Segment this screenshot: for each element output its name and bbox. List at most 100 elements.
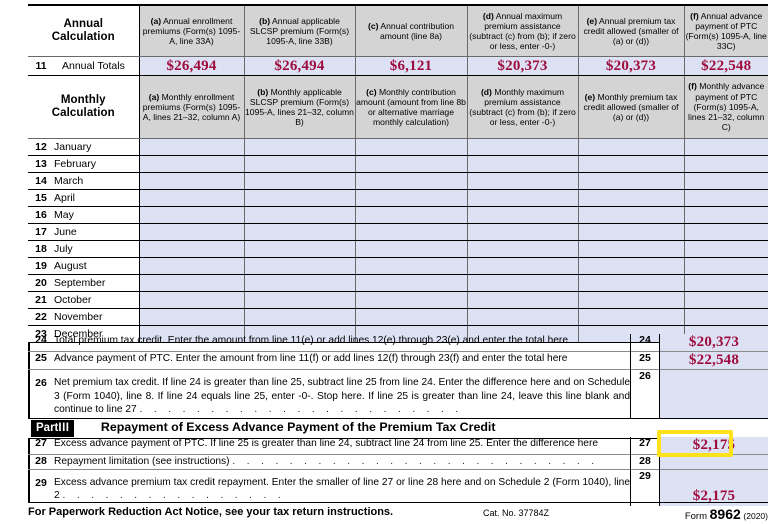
monthly-value-15-e[interactable]	[578, 190, 684, 207]
monthly-value-12-a[interactable]	[139, 139, 244, 156]
line-25-value[interactable]: $22,548	[660, 352, 768, 370]
line-28-number: 28	[28, 455, 54, 470]
monthly-value-14-f[interactable]	[684, 173, 768, 190]
line-28-box-number: 28	[631, 455, 660, 470]
monthly-value-13-b[interactable]	[244, 156, 355, 173]
month-line-number: 13	[28, 156, 54, 173]
monthly-value-19-a[interactable]	[139, 258, 244, 275]
monthly-value-13-e[interactable]	[578, 156, 684, 173]
monthly-value-15-d[interactable]	[467, 190, 578, 207]
monthly-value-15-c[interactable]	[355, 190, 467, 207]
monthly-value-16-c[interactable]	[355, 207, 467, 224]
monthly-label-line1: Monthly	[61, 94, 106, 106]
monthly-value-20-a[interactable]	[139, 275, 244, 292]
monthly-value-21-c[interactable]	[355, 292, 467, 309]
monthly-label-line2: Calculation	[52, 107, 115, 119]
col-key: (e)	[587, 16, 598, 26]
col-key: (c)	[366, 87, 377, 97]
monthly-value-19-b[interactable]	[244, 258, 355, 275]
monthly-value-22-c[interactable]	[355, 309, 467, 326]
monthly-value-15-f[interactable]	[684, 190, 768, 207]
monthly-value-15-a[interactable]	[139, 190, 244, 207]
annual-col-header-d: (d) Annual maximum premium assistance (s…	[467, 5, 578, 57]
col-header-text: Monthly premium tax credit allowed (smal…	[583, 92, 678, 122]
monthly-value-12-d[interactable]	[467, 139, 578, 156]
monthly-value-12-f[interactable]	[684, 139, 768, 156]
monthly-value-12-e[interactable]	[578, 139, 684, 156]
monthly-col-header-e: (e) Monthly premium tax credit allowed (…	[578, 76, 684, 139]
monthly-value-13-a[interactable]	[139, 156, 244, 173]
annual-total-value-b[interactable]: $26,494	[244, 57, 355, 76]
line-27-value[interactable]: $2,175	[660, 437, 768, 455]
monthly-value-12-c[interactable]	[355, 139, 467, 156]
col-header-text: Annual contribution amount (line 8a)	[380, 21, 454, 41]
monthly-value-20-c[interactable]	[355, 275, 467, 292]
monthly-value-16-d[interactable]	[467, 207, 578, 224]
monthly-value-16-b[interactable]	[244, 207, 355, 224]
monthly-value-21-f[interactable]	[684, 292, 768, 309]
monthly-value-16-e[interactable]	[578, 207, 684, 224]
annual-total-value-c[interactable]: $6,121	[355, 57, 467, 76]
monthly-value-19-c[interactable]	[355, 258, 467, 275]
monthly-value-20-b[interactable]	[244, 275, 355, 292]
monthly-value-13-c[interactable]	[355, 156, 467, 173]
line-27-row: 27 Excess advance payment of PTC. If lin…	[28, 437, 768, 455]
monthly-value-21-d[interactable]	[467, 292, 578, 309]
annual-total-value-f[interactable]: $22,548	[684, 57, 768, 76]
monthly-value-21-a[interactable]	[139, 292, 244, 309]
monthly-value-17-a[interactable]	[139, 224, 244, 241]
monthly-value-17-c[interactable]	[355, 224, 467, 241]
monthly-value-18-c[interactable]	[355, 241, 467, 258]
monthly-value-18-b[interactable]	[244, 241, 355, 258]
monthly-value-14-a[interactable]	[139, 173, 244, 190]
monthly-value-12-b[interactable]	[244, 139, 355, 156]
monthly-value-22-b[interactable]	[244, 309, 355, 326]
line-26-box-number: 26	[631, 370, 660, 421]
annual-total-value-a[interactable]: $26,494	[139, 57, 244, 76]
monthly-value-21-b[interactable]	[244, 292, 355, 309]
monthly-value-18-a[interactable]	[139, 241, 244, 258]
line-29-value[interactable]: $2,175	[660, 469, 768, 506]
monthly-value-17-e[interactable]	[578, 224, 684, 241]
monthly-value-17-f[interactable]	[684, 224, 768, 241]
monthly-value-18-f[interactable]	[684, 241, 768, 258]
monthly-value-21-e[interactable]	[578, 292, 684, 309]
monthly-value-22-f[interactable]	[684, 309, 768, 326]
line-28-value[interactable]	[660, 455, 768, 470]
monthly-value-18-d[interactable]	[467, 241, 578, 258]
line-24-value[interactable]: $20,373	[660, 334, 768, 352]
monthly-value-20-e[interactable]	[578, 275, 684, 292]
annual-total-value-e[interactable]: $20,373	[578, 57, 684, 76]
monthly-value-17-b[interactable]	[244, 224, 355, 241]
month-name: August	[54, 258, 139, 275]
month-line-number: 20	[28, 275, 54, 292]
monthly-value-19-f[interactable]	[684, 258, 768, 275]
monthly-value-16-f[interactable]	[684, 207, 768, 224]
line-24-number: 24	[28, 334, 54, 352]
monthly-value-22-d[interactable]	[467, 309, 578, 326]
annual-total-value-d[interactable]: $20,373	[467, 57, 578, 76]
part-word: Part	[36, 422, 58, 434]
monthly-value-19-d[interactable]	[467, 258, 578, 275]
table-row: 21October	[28, 292, 768, 309]
monthly-value-14-e[interactable]	[578, 173, 684, 190]
monthly-value-14-c[interactable]	[355, 173, 467, 190]
monthly-value-22-a[interactable]	[139, 309, 244, 326]
monthly-value-15-b[interactable]	[244, 190, 355, 207]
monthly-calculation-label: MonthlyCalculation	[28, 76, 139, 139]
monthly-value-20-f[interactable]	[684, 275, 768, 292]
monthly-value-14-d[interactable]	[467, 173, 578, 190]
monthly-value-17-d[interactable]	[467, 224, 578, 241]
month-name: March	[54, 173, 139, 190]
line-26-value[interactable]	[660, 370, 768, 421]
monthly-value-20-d[interactable]	[467, 275, 578, 292]
line-24-box-number: 24	[631, 334, 660, 352]
monthly-value-13-f[interactable]	[684, 156, 768, 173]
monthly-value-14-b[interactable]	[244, 173, 355, 190]
monthly-value-19-e[interactable]	[578, 258, 684, 275]
monthly-value-16-a[interactable]	[139, 207, 244, 224]
monthly-value-13-d[interactable]	[467, 156, 578, 173]
monthly-value-18-e[interactable]	[578, 241, 684, 258]
month-line-number: 15	[28, 190, 54, 207]
monthly-value-22-e[interactable]	[578, 309, 684, 326]
